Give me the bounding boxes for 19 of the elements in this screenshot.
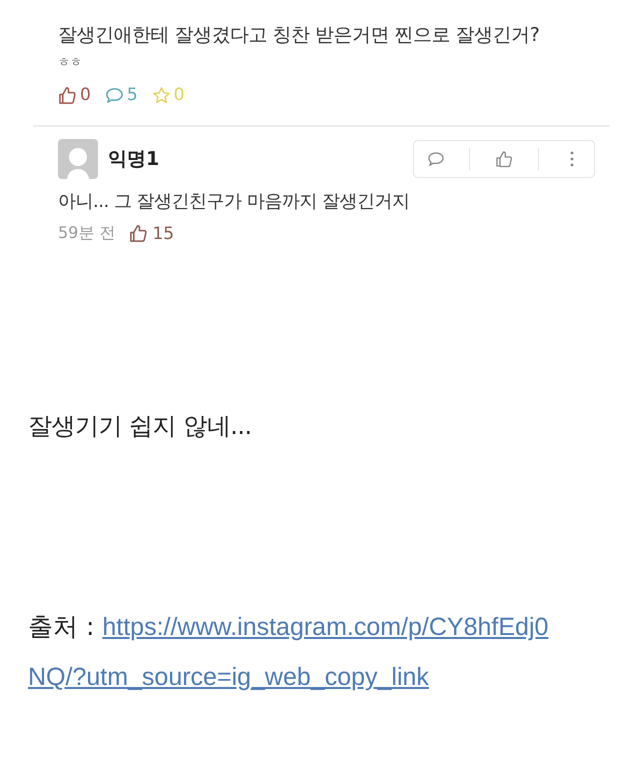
like-count: 15 [152, 224, 174, 244]
post-note: ㅎㅎ [58, 54, 83, 71]
star-icon[interactable] [152, 86, 171, 104]
comment-text: 아니... 그 잘생긴친구가 마음까지 잘생긴거지 [58, 190, 411, 213]
source-label: 출처 : [28, 611, 94, 643]
source-link[interactable]: https://www.instagram.com/p/CY8hfEdj0 [102, 602, 548, 652]
stat-count: 0 [80, 85, 91, 105]
post-text: 잘생긴애한테 잘생겼다고 칭찬 받은거면 찐으로 잘생긴거? [58, 23, 540, 48]
stat-count: 5 [126, 85, 138, 105]
stat-count: 0 [174, 85, 184, 105]
caption-text: 잘생기기 쉽지 않네... [28, 411, 253, 442]
comment-time: 59분 전 [58, 223, 116, 244]
thumbs-up-icon[interactable] [129, 224, 148, 243]
thumbs-up-icon[interactable] [494, 149, 514, 169]
source-link[interactable]: NQ/?utm_source=ig_web_copy_link [28, 652, 429, 702]
avatar-icon [58, 139, 98, 179]
author-name: 익명1 [108, 147, 160, 172]
speech-bubble-icon[interactable] [104, 86, 124, 104]
thumbs-up-icon[interactable] [58, 86, 77, 104]
